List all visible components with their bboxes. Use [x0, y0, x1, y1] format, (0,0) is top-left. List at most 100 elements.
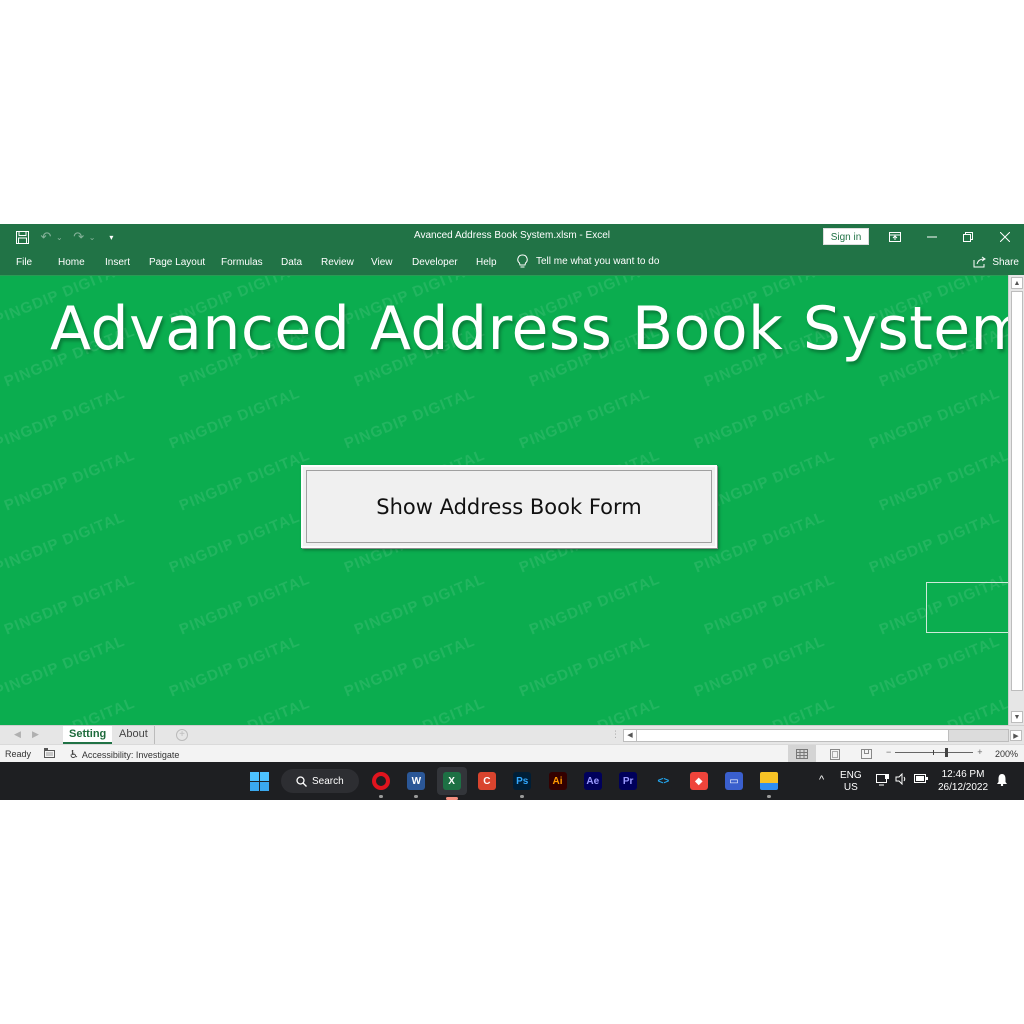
- taskbar-app-vscode[interactable]: <>: [651, 769, 675, 793]
- prev-sheet-icon[interactable]: ◀: [14, 729, 21, 740]
- tell-me-label: Tell me what you want to do: [536, 256, 660, 267]
- next-sheet-icon[interactable]: ▶: [32, 729, 39, 740]
- tab-developer[interactable]: Developer: [412, 257, 458, 268]
- watermark-text: PINGDIP DIGITAL: [526, 570, 663, 639]
- taskbar-app-illustrator[interactable]: Ai: [546, 769, 570, 793]
- start-button[interactable]: [247, 769, 271, 793]
- title-bar: ↶ ⌄ ↷ ⌄ ▾ Avanced Address Book System.xl…: [0, 224, 1024, 250]
- network-icon[interactable]: [876, 774, 889, 789]
- tell-me-search[interactable]: Tell me what you want to do: [517, 254, 659, 269]
- macro-recording-icon[interactable]: [44, 748, 55, 760]
- watermark-text: PINGDIP DIGITAL: [166, 384, 303, 453]
- zoom-in-button[interactable]: +: [977, 747, 982, 757]
- horizontal-scroll-thumb[interactable]: [636, 730, 949, 741]
- watermark-text: PINGDIP DIGITAL: [0, 632, 128, 701]
- selected-cell[interactable]: [926, 582, 1008, 633]
- zoom-out-button[interactable]: −: [886, 747, 891, 757]
- accessibility-checker[interactable]: ♿ Accessibility: Investigate: [69, 748, 179, 761]
- sign-in-button[interactable]: Sign in: [823, 228, 869, 245]
- zoom-track[interactable]: [895, 747, 974, 757]
- taskbar-app-anydesk[interactable]: ◆: [687, 769, 711, 793]
- vertical-scroll-thumb[interactable]: [1011, 291, 1023, 691]
- scroll-right-icon[interactable]: ▶: [1010, 730, 1022, 741]
- zoom-slider[interactable]: − +: [886, 747, 983, 757]
- show-address-book-form-button[interactable]: Show Address Book Form: [301, 465, 717, 548]
- file-explorer-icon: [760, 772, 779, 790]
- watermark-text: PINGDIP DIGITAL: [1, 446, 138, 515]
- close-icon[interactable]: [995, 228, 1015, 246]
- tab-file[interactable]: File: [16, 257, 32, 268]
- taskbar-search[interactable]: Search: [281, 769, 359, 793]
- tab-page-layout[interactable]: Page Layout: [149, 257, 205, 268]
- minimize-icon[interactable]: [922, 228, 942, 246]
- zoom-knob[interactable]: [945, 747, 949, 757]
- watermark-text: PINGDIP DIGITAL: [2, 694, 138, 725]
- watermark-text: PINGDIP DIGITAL: [1, 570, 138, 639]
- clock[interactable]: 12:46 PM 26/12/2022: [938, 768, 988, 794]
- status-bar: Ready ♿ Accessibility: Investigate − + 2…: [0, 744, 1024, 763]
- running-indicator: [414, 795, 419, 798]
- battery-icon[interactable]: [914, 774, 928, 786]
- ribbon-display-options-icon[interactable]: [885, 228, 905, 246]
- share-icon: [973, 256, 987, 268]
- show-address-book-form-label: Show Address Book Form: [306, 470, 712, 543]
- sheet-tab-setting[interactable]: Setting: [63, 726, 113, 744]
- zoom-level[interactable]: 200%: [995, 749, 1018, 759]
- watermark-text: PINGDIP DIGITAL: [701, 446, 838, 515]
- taskbar-app-scanner[interactable]: ▭: [722, 769, 746, 793]
- watermark-text: PINGDIP DIGITAL: [341, 632, 478, 701]
- watermark-text: PINGDIP DIGITAL: [341, 384, 478, 453]
- page-break-view-icon[interactable]: [852, 745, 880, 763]
- watermark-text: PINGDIP DIGITAL: [516, 632, 653, 701]
- restore-icon[interactable]: [958, 228, 978, 246]
- tab-home[interactable]: Home: [58, 257, 85, 268]
- running-indicator: [767, 795, 772, 798]
- taskbar-app-after-effects[interactable]: Ae: [581, 769, 605, 793]
- vertical-scrollbar[interactable]: ▲ ▼: [1008, 275, 1024, 725]
- watermark-text: PINGDIP DIGITAL: [0, 384, 128, 453]
- tab-formulas[interactable]: Formulas: [221, 257, 263, 268]
- taskbar-app-premiere[interactable]: Pr: [616, 769, 640, 793]
- taskbar-app-photoshop[interactable]: Ps: [510, 769, 534, 798]
- watermark-text: PINGDIP DIGITAL: [866, 632, 1003, 701]
- clock-time: 12:46 PM: [941, 769, 985, 780]
- tab-help[interactable]: Help: [476, 257, 497, 268]
- taskbar-app-word[interactable]: W: [404, 769, 428, 798]
- scroll-left-icon[interactable]: ◀: [624, 730, 636, 741]
- scroll-up-icon[interactable]: ▲: [1011, 277, 1023, 289]
- tab-view[interactable]: View: [371, 257, 393, 268]
- language-indicator[interactable]: ENG US: [840, 770, 862, 794]
- taskbar-app-excel[interactable]: X: [436, 767, 467, 800]
- vscode-icon: <>: [654, 772, 673, 790]
- page-layout-view-icon[interactable]: [821, 745, 849, 763]
- share-button[interactable]: Share: [973, 256, 1019, 268]
- watermark-text: PINGDIP DIGITAL: [701, 570, 838, 639]
- search-icon: [296, 775, 307, 787]
- horizontal-scrollbar[interactable]: ◀ ▶: [623, 729, 1022, 742]
- excel-icon: X: [442, 772, 461, 790]
- worksheet-area[interactable]: PINGDIP DIGITAL PINGDIP DIGITAL PINGDIP DI…: [0, 275, 1008, 725]
- taskbar-app-file-explorer[interactable]: [757, 769, 781, 798]
- ccleaner-icon: C: [477, 772, 496, 790]
- photoshop-icon: Ps: [513, 772, 532, 790]
- normal-view-icon[interactable]: [788, 745, 816, 763]
- watermark-text: PINGDIP DIGITAL: [176, 570, 313, 639]
- tab-review[interactable]: Review: [321, 257, 354, 268]
- running-indicator: [379, 795, 383, 798]
- sheet-tab-about[interactable]: About: [113, 726, 155, 744]
- volume-icon[interactable]: [895, 772, 907, 788]
- language-line1: ENG: [840, 770, 862, 781]
- language-line2: US: [843, 782, 858, 793]
- split-handle-icon[interactable]: ⋮: [611, 729, 620, 740]
- add-sheet-icon[interactable]: +: [176, 729, 188, 741]
- tab-data[interactable]: Data: [281, 257, 302, 268]
- taskbar-app-ccleaner[interactable]: C: [475, 769, 499, 793]
- tab-insert[interactable]: Insert: [105, 257, 130, 268]
- search-label: Search: [312, 775, 344, 787]
- show-hidden-icons[interactable]: ^: [819, 774, 824, 786]
- notifications-icon[interactable]: [996, 773, 1008, 789]
- scroll-down-icon[interactable]: ▼: [1011, 711, 1023, 723]
- window-title: Avanced Address Book System.xlsm - Excel: [413, 230, 610, 241]
- taskbar-app-opera[interactable]: [369, 769, 393, 798]
- windows-logo-icon: [249, 771, 269, 791]
